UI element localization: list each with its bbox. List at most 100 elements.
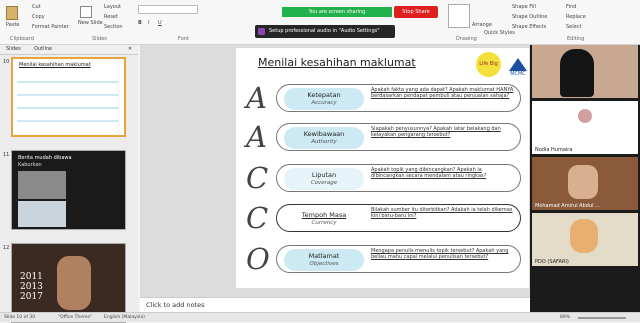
slide[interactable]: Menilai kesahihan maklumat Life Big MCMC… [236, 48, 529, 288]
paste-button[interactable]: Paste [6, 22, 20, 28]
copy-button[interactable]: Copy [32, 14, 45, 20]
editing-group-label: Editing [567, 36, 585, 42]
participant-name: Mohamad Amirul Abdul ... [535, 203, 600, 209]
format-painter-button[interactable]: Format Painter [32, 24, 69, 30]
participant-video [570, 219, 598, 253]
thumb-photo [18, 171, 66, 199]
participant-tile[interactable]: Mohamad Amirul Abdul ... [532, 157, 638, 210]
participant-video [568, 165, 598, 199]
quick-styles-button[interactable]: Quick Styles [484, 30, 515, 36]
criteria-pill: Matlamat Objectives Mengapa penulis menul… [276, 245, 521, 273]
criteria-letter: O [246, 242, 270, 276]
clipboard-group-label: Clipboard [10, 36, 34, 42]
slide-thumbnails: 10 Menilai kesahihan maklumat 11 Berita … [0, 55, 138, 323]
criteria-term: Matlamat [308, 252, 340, 260]
zoom-slider[interactable] [578, 317, 626, 319]
section-button[interactable]: Section [104, 24, 123, 30]
slide-number: 11 [3, 152, 10, 158]
close-icon[interactable]: ✕ [128, 46, 132, 52]
participant-name: PDO (SAFARI) [535, 259, 569, 265]
stop-share-button[interactable]: Stop Share [394, 6, 438, 18]
criteria-english: Currency [311, 220, 337, 226]
criteria-english: Accuracy [311, 100, 337, 106]
shape-effects-button[interactable]: Shape Effects [512, 24, 546, 30]
tab-slides[interactable]: Slides [6, 46, 21, 52]
thumb-photo [57, 256, 91, 310]
criteria-question: Apakah topik yang dibincangkan? Apakah i… [371, 167, 487, 180]
participant-tile[interactable]: PDO (SAFARI) [532, 213, 638, 266]
find-button[interactable]: Find [566, 4, 576, 10]
slide-thumb-11[interactable]: Berita mudah dibawa Kaburkan [11, 150, 126, 230]
criteria-letter: C [246, 161, 269, 195]
criteria-key: Matlamat Objectives [284, 249, 364, 271]
shape-fill-button[interactable]: Shape Fill [512, 4, 536, 10]
status-bar: Slide 10 of 30 "Office Theme" English (M… [0, 312, 640, 322]
italic-button[interactable]: I [148, 20, 149, 26]
font-name-box[interactable] [138, 5, 198, 14]
select-button[interactable]: Select [566, 24, 581, 30]
paste-icon [6, 6, 18, 20]
layout-button[interactable]: Layout [104, 4, 121, 10]
participant-tile[interactable]: Nodia Humaira [532, 101, 638, 154]
slide-title: Menilai kesahihan maklumat [258, 56, 416, 69]
criteria-letter: C [246, 201, 269, 235]
mcmc-logo: MCMC [504, 58, 529, 82]
criteria-pill: Ketepatan Accuracy Apakah fakta yang ada … [276, 84, 521, 112]
shape-outline-button[interactable]: Shape Outline [512, 14, 547, 20]
arrange-button[interactable]: Arrange [472, 22, 492, 28]
slide-thumb-10[interactable]: Menilai kesahihan maklumat [11, 57, 126, 137]
slides-group-label: Slides [92, 36, 107, 42]
new-slide-button[interactable]: New Slide [78, 20, 103, 26]
audio-settings-tip[interactable]: Setup professional audio in "Audio Setti… [255, 25, 395, 38]
criteria-pill: Tempoh Masa Currency Bilakah sumber itu d… [276, 204, 521, 232]
tab-outline[interactable]: Outline [34, 46, 52, 52]
criteria-question: Bilakah sumber itu diterbitkan? Adakah i… [371, 207, 513, 220]
criteria-pill: Kewibawaan Authority Siapakah penyusunnya… [276, 123, 521, 151]
criteria-question: Siapakah penyusunnya? Apakah latar belak… [371, 126, 501, 139]
slide-thumb-12[interactable]: 2011 2013 2017 [11, 243, 126, 323]
video-gallery: Nodia Humaira Mohamad Amirul Abdul ... P… [530, 45, 640, 312]
thumb-years: 2011 2013 2017 [20, 272, 43, 302]
slide-number: 10 [3, 59, 10, 65]
participant-avatar [578, 109, 592, 123]
cut-button[interactable]: Cut [32, 4, 41, 10]
slide-number: 12 [3, 245, 10, 251]
audio-tip-text: Setup professional audio in "Audio Setti… [269, 28, 380, 34]
criteria-letter: A [246, 81, 267, 115]
slide-canvas: Menilai kesahihan maklumat Life Big MCMC… [140, 45, 530, 297]
shapes-gallery[interactable] [448, 4, 470, 28]
thumb-subtitle: Kaburkan [18, 162, 42, 168]
theme-name: "Office Theme" [58, 315, 93, 320]
replace-button[interactable]: Replace [566, 14, 586, 20]
participant-name: Nodia Humaira [535, 147, 573, 153]
screen-sharing-banner: You are screen sharing [282, 7, 392, 17]
criteria-key: Ketepatan Accuracy [284, 88, 364, 110]
thumb-title: Berita mudah dibawa [18, 155, 72, 161]
zoom-level[interactable]: 89% [560, 315, 570, 320]
criteria-term: Kewibawaan [303, 130, 345, 138]
font-group-label: Font [178, 36, 189, 42]
mcmc-logo-text: MCMC [510, 71, 526, 77]
criteria-question: Apakah fakta yang ada dapat? Apakah makl… [371, 87, 514, 100]
reset-button[interactable]: Reset [104, 14, 118, 20]
criteria-key: Liputan Coverage [284, 168, 364, 190]
bold-button[interactable]: B [138, 20, 142, 26]
slide-counter: Slide 10 of 30 [4, 315, 36, 320]
thumb-title: Menilai kesahihan maklumat [19, 62, 91, 68]
criteria-pill: Liputan Coverage Apakah topik yang dibinc… [276, 164, 521, 192]
criteria-english: Objectives [309, 261, 339, 267]
underline-button[interactable]: U [158, 20, 162, 26]
new-slide-icon [80, 6, 92, 18]
language-indicator[interactable]: English (Malaysia) [104, 315, 145, 320]
criteria-term: Tempoh Masa [301, 211, 347, 219]
participant-tile[interactable] [532, 45, 638, 98]
criteria-key: Tempoh Masa Currency [284, 208, 364, 230]
notes-pane[interactable]: Click to add notes [140, 297, 530, 312]
drawing-group-label: Drawing [456, 36, 477, 42]
criteria-english: Authority [311, 139, 337, 145]
slide-panel-tabs: Slides Outline ✕ [0, 45, 138, 55]
thumb-photo [18, 201, 66, 227]
logo-badge: Life Big [476, 52, 501, 77]
thumb-rows [17, 71, 119, 133]
audio-icon [258, 28, 265, 35]
